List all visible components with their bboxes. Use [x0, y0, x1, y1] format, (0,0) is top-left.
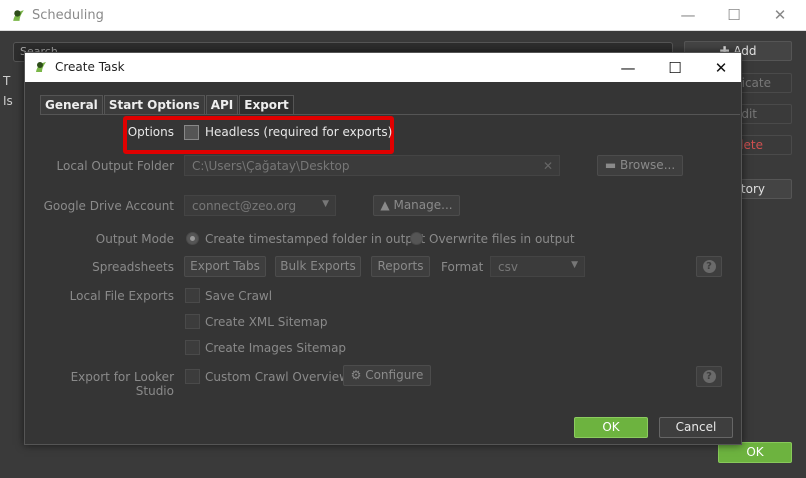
ok-button[interactable]: OK	[574, 417, 648, 438]
minimize-icon[interactable]: —	[606, 57, 650, 79]
local-output-folder-value: C:\Users\Çağatay\Desktop	[192, 159, 350, 173]
tab-general[interactable]: General	[40, 95, 103, 115]
tab-divider	[40, 114, 740, 115]
headless-checkbox[interactable]	[184, 125, 199, 140]
minimize-icon[interactable]: —	[666, 4, 710, 26]
gear-icon: ⚙	[350, 368, 366, 382]
google-drive-select[interactable]: connect@zeo.org ▼	[184, 195, 336, 216]
bg-ok-button[interactable]: OK	[718, 442, 792, 463]
scheduling-titlebar: Scheduling — ☐ ✕	[0, 0, 806, 31]
bulk-exports-button[interactable]: Bulk Exports	[275, 256, 361, 277]
manage-label: Manage...	[393, 198, 453, 212]
chevron-down-icon: ▼	[571, 260, 578, 270]
xml-sitemap-label: Create XML Sitemap	[205, 315, 328, 329]
manage-button[interactable]: ▲ Manage...	[373, 195, 460, 216]
tab-api[interactable]: API	[205, 95, 239, 115]
tab-bar: General Start Options API Export	[40, 95, 295, 115]
google-drive-value: connect@zeo.org	[192, 199, 297, 213]
xml-sitemap-checkbox[interactable]	[185, 314, 200, 329]
list-fragment: Is	[3, 94, 13, 108]
export-tabs-button[interactable]: Export Tabs	[184, 256, 266, 277]
images-sitemap-checkbox[interactable]	[185, 340, 200, 355]
looker-help-button[interactable]: ?	[696, 366, 722, 387]
save-crawl-label: Save Crawl	[205, 289, 273, 303]
local-file-exports-label: Local File Exports	[69, 289, 174, 303]
google-drive-label: Google Drive Account	[43, 199, 174, 213]
app-logo-icon	[36, 62, 46, 72]
local-output-folder-label: Local Output Folder	[56, 159, 175, 173]
custom-overview-checkbox[interactable]	[185, 369, 200, 384]
maximize-icon[interactable]: ☐	[653, 57, 697, 79]
dialog-title: Create Task	[55, 60, 125, 74]
images-sitemap-label: Create Images Sitemap	[205, 341, 347, 355]
local-output-folder-field[interactable]: C:\Users\Çağatay\Desktop ✕	[184, 155, 560, 176]
options-label: Options	[127, 125, 174, 139]
browse-button[interactable]: ▬ Browse...	[597, 155, 683, 176]
close-icon[interactable]: ✕	[699, 57, 743, 79]
reports-button[interactable]: Reports	[371, 256, 430, 277]
output-mode-label: Output Mode	[95, 232, 174, 246]
headless-label: Headless (required for exports)	[205, 125, 393, 139]
format-select[interactable]: csv ▼	[490, 256, 585, 277]
list-fragment: T	[3, 74, 11, 88]
format-label: Format	[441, 260, 484, 274]
chevron-down-icon: ▼	[322, 199, 329, 209]
overwrite-radio[interactable]	[410, 232, 423, 245]
tab-export[interactable]: Export	[239, 95, 294, 115]
window-title: Scheduling	[32, 8, 104, 23]
clear-icon[interactable]: ✕	[543, 159, 553, 173]
browse-label: Browse...	[620, 158, 676, 172]
spreadsheets-help-button[interactable]: ?	[696, 256, 722, 277]
configure-button[interactable]: ⚙ Configure	[343, 365, 431, 386]
looker-studio-label: Export for Looker Studio	[70, 370, 174, 398]
overwrite-label: Overwrite files in output	[429, 232, 575, 246]
help-icon: ?	[702, 260, 716, 273]
close-icon[interactable]: ✕	[758, 4, 802, 26]
dialog-titlebar: Create Task — ☐ ✕	[25, 53, 741, 82]
app-logo-icon	[13, 10, 24, 21]
maximize-icon[interactable]: ☐	[712, 4, 756, 26]
tab-start-options[interactable]: Start Options	[103, 95, 205, 115]
custom-overview-label: Custom Crawl Overview	[205, 370, 349, 384]
timestamped-radio[interactable]	[186, 232, 199, 245]
format-value: csv	[498, 260, 518, 274]
cancel-button[interactable]: Cancel	[659, 417, 733, 438]
drive-icon: ▲	[380, 198, 394, 212]
help-icon: ?	[702, 370, 716, 383]
configure-label: Configure	[365, 368, 424, 382]
save-crawl-checkbox[interactable]	[185, 288, 200, 303]
folder-icon: ▬	[604, 158, 620, 172]
spreadsheets-label: Spreadsheets	[92, 260, 174, 274]
timestamped-label: Create timestamped folder in output	[205, 232, 426, 246]
